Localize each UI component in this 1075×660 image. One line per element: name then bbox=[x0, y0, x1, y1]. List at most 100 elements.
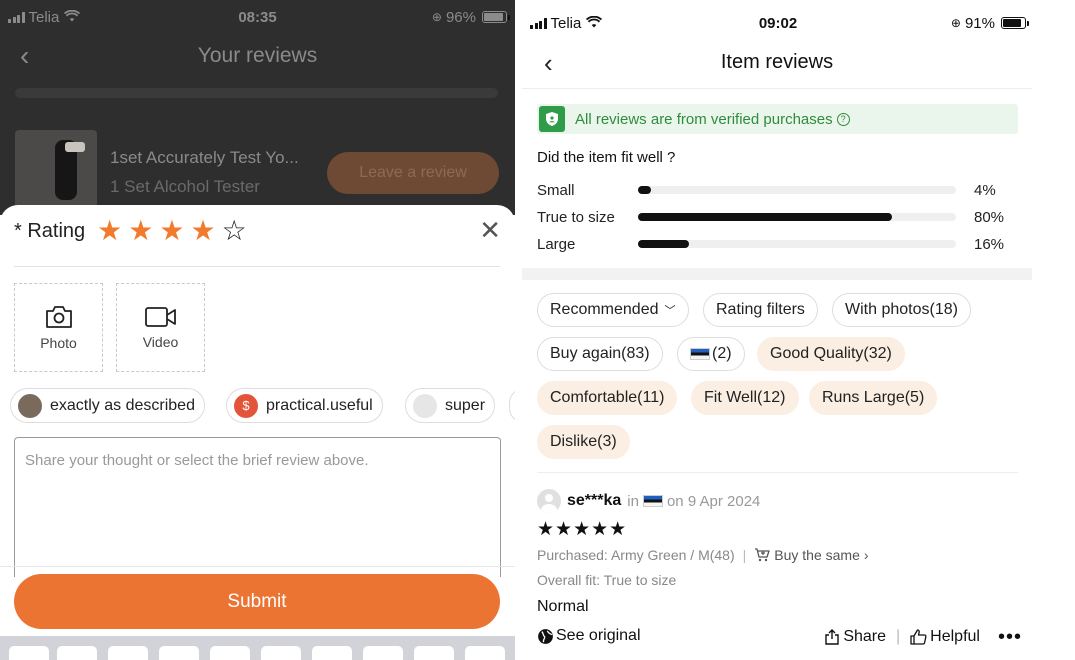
rating-filters-button[interactable]: Rating filters bbox=[703, 293, 818, 327]
battery-icon bbox=[1001, 17, 1029, 29]
chip-practical-useful[interactable]: $ practical.useful bbox=[226, 388, 383, 423]
review-text: Normal bbox=[537, 598, 589, 615]
tag-runs-large[interactable]: Runs Large(5) bbox=[809, 381, 938, 415]
carrier: Telia bbox=[28, 8, 60, 26]
tag-comfortable[interactable]: Comfortable(11) bbox=[537, 381, 678, 415]
share-label: Share bbox=[843, 628, 887, 645]
reviewer-name: se***ka bbox=[567, 492, 622, 509]
product-thumbnail bbox=[15, 130, 97, 210]
battery-percent: 96% bbox=[445, 8, 476, 26]
purchased-variant: Purchased: Army Green / M(48) bbox=[537, 547, 735, 563]
page-title: Item reviews bbox=[720, 51, 834, 73]
star-2-icon[interactable]: ★ bbox=[128, 217, 153, 245]
separator: | bbox=[896, 628, 901, 645]
status-bar: Telia 09:02 ⊕ 91% bbox=[530, 14, 1029, 32]
helpful-label: Helpful bbox=[930, 628, 980, 645]
review-actions: See original Share | Helpful ••• bbox=[537, 627, 1022, 649]
share-button[interactable]: Share bbox=[824, 628, 886, 646]
fit-track bbox=[638, 186, 956, 194]
upload-photo-button[interactable]: Photo bbox=[14, 283, 103, 372]
left-screen: Telia 08:35 ⊕ 96% ‹ Your reviews 1set Ac… bbox=[0, 0, 515, 660]
upload-video-button[interactable]: Video bbox=[116, 283, 205, 372]
buy-the-same-link[interactable]: Buy the same › bbox=[754, 547, 869, 563]
see-original-label: See original bbox=[556, 627, 641, 644]
product-subtitle: 1 Set Alcohol Tester bbox=[110, 177, 260, 196]
help-icon[interactable]: ? bbox=[836, 112, 850, 126]
share-icon bbox=[825, 629, 840, 645]
carrier: Telia bbox=[550, 14, 582, 32]
helpful-button[interactable]: Helpful bbox=[910, 628, 980, 646]
chevron-right-icon: › bbox=[863, 547, 869, 563]
chevron-down-icon: ﹀ bbox=[664, 305, 676, 317]
buy-again-filter[interactable]: Buy again(83) bbox=[537, 337, 663, 371]
review-sheet: * Rating ★ ★ ★ ★ ☆ ✕ Photo Video exactly… bbox=[0, 205, 515, 660]
product-title: 1set Accurately Test Yo... bbox=[110, 148, 299, 167]
chip-label: exactly as described bbox=[50, 396, 195, 414]
tag-dislike[interactable]: Dislike(3) bbox=[537, 425, 630, 459]
status-time: 09:02 bbox=[758, 14, 798, 32]
status-time: 08:35 bbox=[238, 8, 277, 26]
wifi-icon bbox=[64, 9, 81, 26]
star-4-icon[interactable]: ★ bbox=[190, 217, 215, 245]
fit-fill bbox=[638, 186, 651, 194]
fit-track bbox=[638, 213, 956, 221]
leave-review-button[interactable]: Leave a review bbox=[327, 152, 499, 194]
buy-the-same-label: Buy the same bbox=[774, 547, 860, 563]
more-options-icon[interactable]: ••• bbox=[998, 627, 1022, 647]
divider bbox=[0, 566, 515, 567]
upload-video-label: Video bbox=[142, 333, 179, 350]
review-textarea[interactable]: Share your thought or select the brief r… bbox=[14, 437, 501, 577]
camera-icon bbox=[45, 305, 72, 328]
chip-avatar bbox=[18, 393, 42, 418]
nav-bar: ‹ Item reviews bbox=[522, 48, 1032, 80]
fit-fill bbox=[638, 240, 689, 248]
star-5-icon[interactable]: ☆ bbox=[222, 217, 247, 245]
chip-avatar bbox=[413, 393, 437, 418]
thumbs-up-icon bbox=[910, 629, 927, 645]
sort-label: Recommended bbox=[550, 301, 659, 318]
with-photos-filter[interactable]: With photos(18) bbox=[832, 293, 971, 327]
star-3-icon[interactable]: ★ bbox=[159, 217, 184, 245]
battery-icon bbox=[482, 11, 510, 23]
chip-more[interactable] bbox=[509, 388, 515, 423]
section-gap bbox=[522, 268, 1032, 280]
fit-row-small: Small 4% bbox=[537, 180, 1017, 200]
tag-fit-well[interactable]: Fit Well(12) bbox=[691, 381, 799, 415]
fit-percent: 4% bbox=[974, 181, 996, 199]
reviewer-in: in bbox=[627, 492, 639, 510]
dollar-icon: $ bbox=[234, 393, 258, 418]
review-header: se***ka in on 9 Apr 2024 bbox=[537, 489, 760, 513]
fit-label: Large bbox=[537, 235, 576, 253]
sort-dropdown[interactable]: Recommended ﹀ bbox=[537, 293, 689, 327]
review-date: on 9 Apr 2024 bbox=[666, 492, 761, 510]
overall-fit: Overall fit: True to size bbox=[537, 572, 677, 588]
video-camera-icon bbox=[144, 306, 176, 327]
country-count: (2) bbox=[712, 345, 732, 362]
fit-percent: 16% bbox=[974, 235, 1005, 253]
status-bar: Telia 08:35 ⊕ 96% bbox=[8, 8, 510, 26]
avatar bbox=[537, 489, 561, 513]
right-screen: Telia 09:02 ⊕ 91% ‹ Item reviews All rev… bbox=[522, 0, 1032, 660]
divider bbox=[14, 266, 500, 267]
orientation-lock-icon: ⊕ bbox=[431, 10, 442, 24]
see-original-link[interactable]: See original bbox=[537, 627, 641, 645]
tag-good-quality[interactable]: Good Quality(32) bbox=[757, 337, 905, 371]
star-1-icon[interactable]: ★ bbox=[97, 217, 122, 245]
quick-review-chips: exactly as described $ practical.useful … bbox=[10, 388, 515, 424]
keyboard bbox=[0, 636, 515, 660]
signal-icon bbox=[530, 17, 547, 29]
submit-button[interactable]: Submit bbox=[14, 574, 500, 629]
tab-placeholder bbox=[15, 88, 498, 98]
orientation-lock-icon: ⊕ bbox=[950, 16, 961, 30]
nav-bar: ‹ Your reviews bbox=[0, 40, 515, 74]
fit-row-true-to-size: True to size 80% bbox=[537, 207, 1017, 227]
close-icon[interactable]: ✕ bbox=[479, 217, 501, 243]
divider bbox=[522, 88, 1032, 89]
country-filter[interactable]: (2) bbox=[677, 337, 745, 371]
fit-question: Did the item fit well ? bbox=[537, 149, 676, 166]
fit-track bbox=[638, 240, 956, 248]
chip-super[interactable]: super bbox=[405, 388, 496, 423]
chip-exactly-as-described[interactable]: exactly as described bbox=[10, 388, 205, 423]
wifi-icon bbox=[586, 15, 603, 32]
fit-percent: 80% bbox=[974, 208, 1005, 226]
